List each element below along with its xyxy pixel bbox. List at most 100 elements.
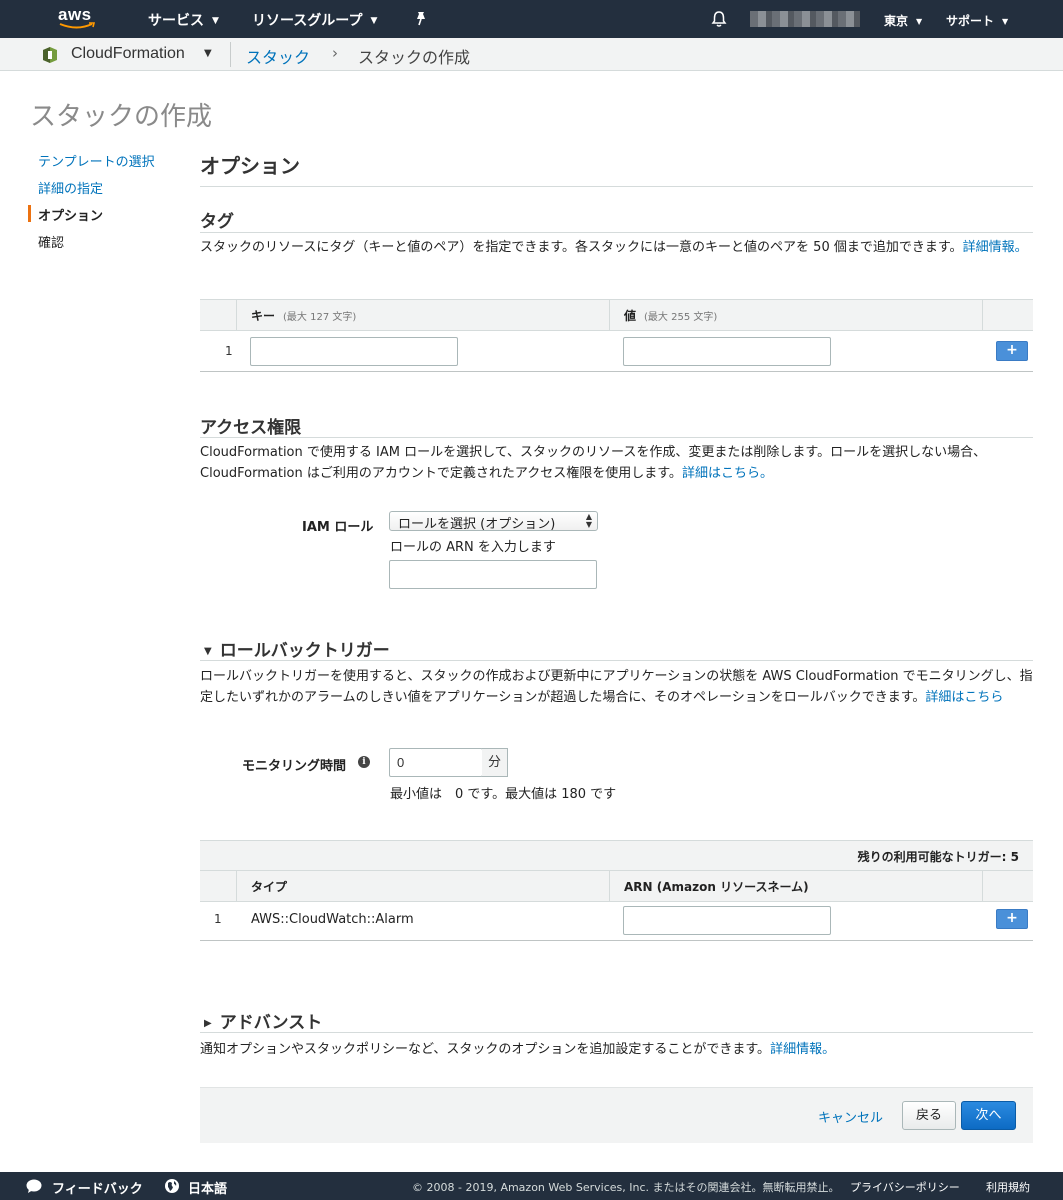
role-arn-label: ロールの ARN を入力します bbox=[390, 540, 556, 555]
select-arrows-icon: ▲ ▼ bbox=[585, 512, 592, 529]
divider bbox=[200, 186, 1033, 187]
sidebar-item-specify-details[interactable]: 詳細の指定 bbox=[38, 178, 103, 197]
console-footer: フィードバック 日本語 © 2008 - 2019, Amazon Web Se… bbox=[0, 1172, 1063, 1200]
tag-key-input[interactable] bbox=[250, 337, 458, 366]
aws-logo[interactable]: aws bbox=[58, 5, 98, 33]
support-menu[interactable]: サポート ▼ bbox=[946, 12, 1008, 29]
sidebar-active-indicator bbox=[28, 205, 31, 222]
breadcrumb-stacks-link[interactable]: スタック bbox=[246, 44, 310, 68]
divider bbox=[200, 940, 1033, 941]
caret-down-icon: ▼ bbox=[204, 646, 212, 657]
bell-icon[interactable] bbox=[711, 10, 727, 28]
rollback-section-toggle[interactable]: ▼ ロールバックトリガー bbox=[204, 636, 390, 661]
iam-role-select-value: ロールを選択 (オプション) bbox=[398, 517, 556, 532]
advanced-section-toggle[interactable]: ▶ アドバンスト bbox=[204, 1008, 322, 1033]
tags-description-text: スタックのリソースにタグ（キーと値のペア）を指定できます。各スタックには一意のキ… bbox=[200, 240, 963, 255]
divider bbox=[200, 232, 1033, 233]
tag-row-number: 1 bbox=[225, 344, 233, 358]
actions-column-header bbox=[982, 300, 1033, 330]
breadcrumb-current: スタックの作成 bbox=[358, 48, 471, 67]
service-selector[interactable]: CloudFormation bbox=[71, 45, 185, 63]
page-title: スタックの作成 bbox=[30, 102, 213, 132]
privacy-policy-link[interactable]: プライバシーポリシー bbox=[850, 1179, 960, 1195]
rollback-description: ロールバックトリガーを使用すると、スタックの作成および更新中にアプリケーションの… bbox=[200, 666, 1033, 708]
monitoring-time-label: モニタリング時間 bbox=[242, 759, 347, 774]
value-column-header: 値 (最大 255 文字) bbox=[609, 300, 982, 330]
triggers-remaining-bar: 残りの利用可能なトリガー: 5 bbox=[200, 840, 1033, 871]
breadcrumb: CloudFormation ▼ スタック › スタックの作成 bbox=[0, 38, 1063, 71]
iam-role-select[interactable]: ロールを選択 (オプション) ▲ ▼ bbox=[389, 511, 598, 532]
monitoring-time-input[interactable] bbox=[389, 748, 483, 777]
iam-role-label: IAM ロール bbox=[302, 520, 374, 535]
globe-icon bbox=[165, 1179, 179, 1193]
access-title: アクセス権限 bbox=[200, 418, 302, 438]
rollback-learn-more-link[interactable]: 詳細はこちら bbox=[925, 690, 1003, 705]
divider bbox=[230, 42, 231, 67]
tags-title: タグ bbox=[200, 212, 234, 232]
cloudformation-icon bbox=[43, 47, 57, 63]
chevron-down-icon: ▼ bbox=[916, 17, 923, 26]
trigger-row-type: AWS::CloudWatch::Alarm bbox=[251, 912, 414, 927]
triggers-remaining: 残りの利用可能なトリガー: 5 bbox=[857, 850, 1019, 864]
speech-bubble-icon bbox=[26, 1179, 42, 1193]
key-column-header: キー (最大 127 文字) bbox=[236, 300, 609, 330]
access-description-text: CloudFormation で使用する IAM ロールを選択して、スタックのリ… bbox=[200, 445, 987, 481]
add-tag-button[interactable]: + bbox=[996, 341, 1028, 361]
divider bbox=[200, 660, 1033, 661]
tags-description: スタックのリソースにタグ（キーと値のペア）を指定できます。各スタックには一意のキ… bbox=[200, 237, 1033, 258]
breadcrumb-separator: › bbox=[332, 44, 338, 62]
type-column-header: タイプ bbox=[236, 871, 609, 901]
advanced-learn-more-link[interactable]: 詳細情報。 bbox=[770, 1042, 835, 1057]
monitoring-unit: 分 bbox=[482, 748, 508, 777]
trigger-row-number: 1 bbox=[214, 912, 222, 926]
chevron-down-icon: ▼ bbox=[370, 16, 378, 26]
chevron-down-icon: ▼ bbox=[212, 16, 219, 26]
aws-smile-icon bbox=[59, 22, 96, 29]
chevron-down-icon: ▼ bbox=[1002, 17, 1009, 26]
add-trigger-button[interactable]: + bbox=[996, 909, 1028, 929]
back-button[interactable]: 戻る bbox=[902, 1101, 956, 1130]
services-menu[interactable]: サービス ▼ bbox=[148, 10, 219, 30]
tag-value-input[interactable] bbox=[623, 337, 831, 366]
pin-icon[interactable] bbox=[414, 11, 428, 27]
support-label: サポート bbox=[946, 14, 995, 28]
monitoring-hint: 最小値は 0 です。最大値は 180 です bbox=[390, 787, 617, 802]
services-menu-label: サービス bbox=[148, 13, 204, 29]
region-label: 東京 bbox=[884, 14, 909, 28]
resource-groups-menu[interactable]: リソースグループ ▼ bbox=[252, 10, 377, 30]
sidebar-item-options[interactable]: オプション bbox=[38, 205, 103, 224]
arn-column-header: ARN (Amazon リソースネーム) bbox=[609, 871, 982, 901]
tags-learn-more-link[interactable]: 詳細情報。 bbox=[963, 240, 1028, 255]
tags-table-header: キー (最大 127 文字) 値 (最大 255 文字) bbox=[200, 299, 1033, 331]
advanced-title: アドバンスト bbox=[219, 1013, 323, 1033]
region-menu[interactable]: 東京 ▼ bbox=[884, 12, 922, 29]
actions-column-header bbox=[982, 871, 1033, 901]
chevron-down-icon[interactable]: ▼ bbox=[204, 48, 212, 59]
section-heading-options: オプション bbox=[200, 154, 300, 178]
info-icon[interactable]: i bbox=[358, 756, 370, 768]
sidebar-item-select-template[interactable]: テンプレートの選択 bbox=[38, 151, 155, 170]
role-arn-input[interactable] bbox=[389, 560, 597, 589]
copyright: © 2008 - 2019, Amazon Web Services, Inc.… bbox=[412, 1181, 840, 1194]
sidebar-item-review: 確認 bbox=[38, 236, 65, 251]
divider bbox=[200, 1032, 1033, 1033]
top-navigation: aws サービス ▼ リソースグループ ▼ 東京 ▼ サポート ▼ bbox=[0, 0, 1063, 38]
key-header-hint: (最大 127 文字) bbox=[283, 312, 357, 323]
terms-link[interactable]: 利用規約 bbox=[986, 1179, 1030, 1195]
next-button[interactable]: 次へ bbox=[961, 1101, 1016, 1130]
feedback-link[interactable]: フィードバック bbox=[52, 1178, 143, 1197]
divider bbox=[200, 371, 1033, 372]
key-header-label: キー bbox=[251, 309, 276, 323]
caret-right-icon: ▶ bbox=[204, 1018, 212, 1029]
rollback-title: ロールバックトリガー bbox=[219, 641, 390, 661]
triggers-table-header: タイプ ARN (Amazon リソースネーム) bbox=[200, 870, 1033, 902]
access-learn-more-link[interactable]: 詳細はこちら。 bbox=[682, 466, 773, 481]
language-selector[interactable]: 日本語 bbox=[188, 1178, 227, 1197]
account-menu-redacted[interactable] bbox=[750, 11, 860, 27]
trigger-arn-input[interactable] bbox=[623, 906, 831, 935]
cancel-button[interactable]: キャンセル bbox=[818, 1107, 883, 1126]
value-header-hint: (最大 255 文字) bbox=[644, 312, 718, 323]
advanced-description-text: 通知オプションやスタックポリシーなど、スタックのオプションを追加設定することがで… bbox=[200, 1042, 771, 1057]
rollback-description-text: ロールバックトリガーを使用すると、スタックの作成および更新中にアプリケーションの… bbox=[200, 669, 1033, 705]
value-header-label: 値 bbox=[624, 309, 637, 323]
